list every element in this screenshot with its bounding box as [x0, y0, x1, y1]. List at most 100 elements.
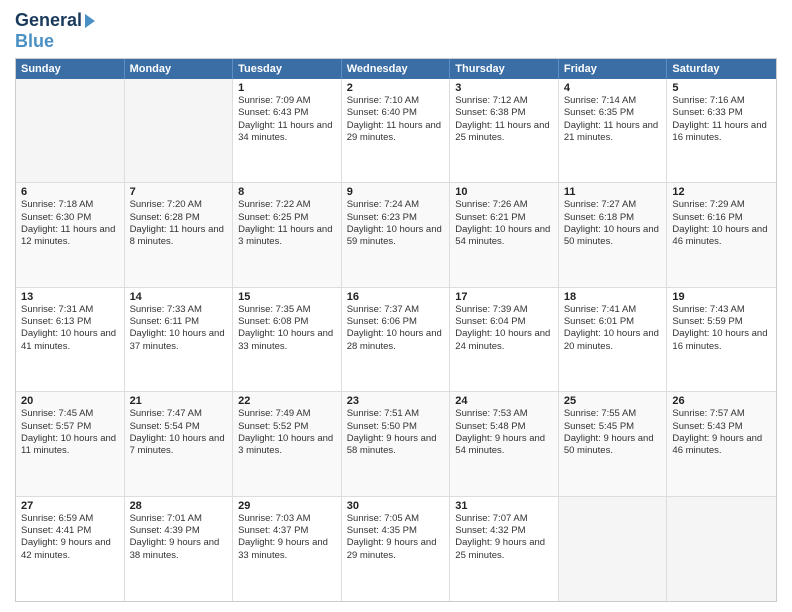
- calendar-cell: 6Sunrise: 7:18 AMSunset: 6:30 PMDaylight…: [16, 183, 125, 286]
- daylight-text: Daylight: 9 hours and 29 minutes.: [347, 537, 445, 562]
- sunrise-text: Sunrise: 7:37 AM: [347, 304, 445, 316]
- header-day-tuesday: Tuesday: [233, 59, 342, 79]
- sunset-text: Sunset: 6:01 PM: [564, 316, 662, 328]
- calendar-week-1: 1Sunrise: 7:09 AMSunset: 6:43 PMDaylight…: [16, 79, 776, 183]
- daylight-text: Daylight: 10 hours and 28 minutes.: [347, 328, 445, 353]
- daylight-text: Daylight: 11 hours and 12 minutes.: [21, 224, 119, 249]
- sunrise-text: Sunrise: 7:55 AM: [564, 408, 662, 420]
- daylight-text: Daylight: 10 hours and 33 minutes.: [238, 328, 336, 353]
- logo-blue: Blue: [15, 31, 54, 51]
- daylight-text: Daylight: 9 hours and 54 minutes.: [455, 433, 553, 458]
- sunrise-text: Sunrise: 7:12 AM: [455, 95, 553, 107]
- sunset-text: Sunset: 4:37 PM: [238, 525, 336, 537]
- calendar-cell: 7Sunrise: 7:20 AMSunset: 6:28 PMDaylight…: [125, 183, 234, 286]
- calendar-week-3: 13Sunrise: 7:31 AMSunset: 6:13 PMDayligh…: [16, 288, 776, 392]
- sunrise-text: Sunrise: 7:31 AM: [21, 304, 119, 316]
- sunset-text: Sunset: 5:52 PM: [238, 421, 336, 433]
- sunrise-text: Sunrise: 7:29 AM: [672, 199, 771, 211]
- calendar-cell: 2Sunrise: 7:10 AMSunset: 6:40 PMDaylight…: [342, 79, 451, 182]
- daylight-text: Daylight: 9 hours and 50 minutes.: [564, 433, 662, 458]
- calendar-cell: 31Sunrise: 7:07 AMSunset: 4:32 PMDayligh…: [450, 497, 559, 601]
- calendar-cell: 15Sunrise: 7:35 AMSunset: 6:08 PMDayligh…: [233, 288, 342, 391]
- daylight-text: Daylight: 11 hours and 25 minutes.: [455, 120, 553, 145]
- sunset-text: Sunset: 4:41 PM: [21, 525, 119, 537]
- sunset-text: Sunset: 6:30 PM: [21, 212, 119, 224]
- calendar-body: 1Sunrise: 7:09 AMSunset: 6:43 PMDaylight…: [16, 79, 776, 601]
- sunrise-text: Sunrise: 7:16 AM: [672, 95, 771, 107]
- day-number: 20: [21, 395, 119, 407]
- sunset-text: Sunset: 5:48 PM: [455, 421, 553, 433]
- sunrise-text: Sunrise: 7:39 AM: [455, 304, 553, 316]
- sunrise-text: Sunrise: 7:22 AM: [238, 199, 336, 211]
- daylight-text: Daylight: 9 hours and 46 minutes.: [672, 433, 771, 458]
- day-number: 4: [564, 82, 662, 94]
- daylight-text: Daylight: 10 hours and 24 minutes.: [455, 328, 553, 353]
- calendar-cell: 29Sunrise: 7:03 AMSunset: 4:37 PMDayligh…: [233, 497, 342, 601]
- day-number: 12: [672, 186, 771, 198]
- calendar-week-5: 27Sunrise: 6:59 AMSunset: 4:41 PMDayligh…: [16, 497, 776, 601]
- daylight-text: Daylight: 10 hours and 20 minutes.: [564, 328, 662, 353]
- day-number: 19: [672, 291, 771, 303]
- sunset-text: Sunset: 6:33 PM: [672, 107, 771, 119]
- sunrise-text: Sunrise: 7:51 AM: [347, 408, 445, 420]
- daylight-text: Daylight: 11 hours and 34 minutes.: [238, 120, 336, 145]
- calendar-cell: [559, 497, 668, 601]
- sunset-text: Sunset: 6:13 PM: [21, 316, 119, 328]
- day-number: 31: [455, 500, 553, 512]
- day-number: 1: [238, 82, 336, 94]
- sunset-text: Sunset: 4:32 PM: [455, 525, 553, 537]
- day-number: 11: [564, 186, 662, 198]
- sunrise-text: Sunrise: 7:49 AM: [238, 408, 336, 420]
- day-number: 16: [347, 291, 445, 303]
- daylight-text: Daylight: 10 hours and 3 minutes.: [238, 433, 336, 458]
- calendar-cell: 28Sunrise: 7:01 AMSunset: 4:39 PMDayligh…: [125, 497, 234, 601]
- daylight-text: Daylight: 9 hours and 33 minutes.: [238, 537, 336, 562]
- daylight-text: Daylight: 10 hours and 7 minutes.: [130, 433, 228, 458]
- sunset-text: Sunset: 6:43 PM: [238, 107, 336, 119]
- day-number: 30: [347, 500, 445, 512]
- day-number: 3: [455, 82, 553, 94]
- calendar: SundayMondayTuesdayWednesdayThursdayFrid…: [15, 58, 777, 602]
- day-number: 23: [347, 395, 445, 407]
- calendar-cell: 19Sunrise: 7:43 AMSunset: 5:59 PMDayligh…: [667, 288, 776, 391]
- sunrise-text: Sunrise: 7:10 AM: [347, 95, 445, 107]
- sunset-text: Sunset: 6:06 PM: [347, 316, 445, 328]
- daylight-text: Daylight: 11 hours and 29 minutes.: [347, 120, 445, 145]
- day-number: 29: [238, 500, 336, 512]
- logo: General Blue: [15, 10, 95, 52]
- header-day-friday: Friday: [559, 59, 668, 79]
- calendar-cell: 9Sunrise: 7:24 AMSunset: 6:23 PMDaylight…: [342, 183, 451, 286]
- sunset-text: Sunset: 6:35 PM: [564, 107, 662, 119]
- day-number: 27: [21, 500, 119, 512]
- logo-line2: Blue: [15, 31, 54, 52]
- day-number: 17: [455, 291, 553, 303]
- calendar-cell: 20Sunrise: 7:45 AMSunset: 5:57 PMDayligh…: [16, 392, 125, 495]
- calendar-cell: 4Sunrise: 7:14 AMSunset: 6:35 PMDaylight…: [559, 79, 668, 182]
- daylight-text: Daylight: 10 hours and 54 minutes.: [455, 224, 553, 249]
- daylight-text: Daylight: 11 hours and 16 minutes.: [672, 120, 771, 145]
- calendar-cell: 23Sunrise: 7:51 AMSunset: 5:50 PMDayligh…: [342, 392, 451, 495]
- calendar-cell: [125, 79, 234, 182]
- sunrise-text: Sunrise: 7:43 AM: [672, 304, 771, 316]
- daylight-text: Daylight: 10 hours and 11 minutes.: [21, 433, 119, 458]
- sunrise-text: Sunrise: 7:45 AM: [21, 408, 119, 420]
- daylight-text: Daylight: 10 hours and 59 minutes.: [347, 224, 445, 249]
- header: General Blue: [15, 10, 777, 52]
- day-number: 14: [130, 291, 228, 303]
- day-number: 10: [455, 186, 553, 198]
- sunset-text: Sunset: 6:11 PM: [130, 316, 228, 328]
- calendar-cell: 22Sunrise: 7:49 AMSunset: 5:52 PMDayligh…: [233, 392, 342, 495]
- header-day-wednesday: Wednesday: [342, 59, 451, 79]
- calendar-cell: 10Sunrise: 7:26 AMSunset: 6:21 PMDayligh…: [450, 183, 559, 286]
- sunset-text: Sunset: 4:35 PM: [347, 525, 445, 537]
- day-number: 28: [130, 500, 228, 512]
- day-number: 9: [347, 186, 445, 198]
- calendar-cell: 27Sunrise: 6:59 AMSunset: 4:41 PMDayligh…: [16, 497, 125, 601]
- daylight-text: Daylight: 10 hours and 37 minutes.: [130, 328, 228, 353]
- sunrise-text: Sunrise: 7:26 AM: [455, 199, 553, 211]
- calendar-cell: 3Sunrise: 7:12 AMSunset: 6:38 PMDaylight…: [450, 79, 559, 182]
- sunset-text: Sunset: 5:50 PM: [347, 421, 445, 433]
- sunset-text: Sunset: 6:25 PM: [238, 212, 336, 224]
- calendar-cell: 17Sunrise: 7:39 AMSunset: 6:04 PMDayligh…: [450, 288, 559, 391]
- daylight-text: Daylight: 10 hours and 46 minutes.: [672, 224, 771, 249]
